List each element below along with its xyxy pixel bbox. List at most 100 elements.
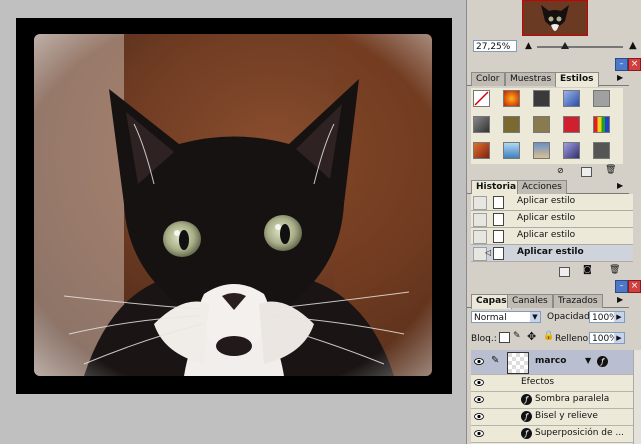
tab-canales[interactable]: Canales	[507, 294, 553, 308]
styles-footer: ⊘ 🗑	[471, 165, 623, 177]
chevron-right-icon: ▶	[614, 312, 624, 322]
style-swatch[interactable]	[563, 142, 580, 159]
lock-label: Bloq.:	[471, 334, 497, 344]
effect-row[interactable]: ƒ Superposición de ...	[471, 426, 633, 443]
fill-label: Relleno:	[555, 334, 592, 344]
zoom-slider-handle[interactable]	[561, 42, 569, 49]
snapshot-source-checkbox[interactable]	[473, 213, 487, 227]
fx-icon: ƒ	[521, 411, 532, 422]
new-style-icon[interactable]	[581, 167, 592, 177]
style-swatch[interactable]	[593, 90, 610, 107]
fx-icon: ƒ	[521, 428, 532, 439]
eye-icon[interactable]	[474, 378, 484, 387]
document-frame[interactable]	[16, 18, 452, 394]
zoom-value: 27,25%	[476, 42, 511, 52]
lock-all-icon[interactable]: 🔒	[543, 331, 554, 341]
styles-grid	[471, 88, 623, 164]
tab-estilos[interactable]: Estilos	[555, 72, 599, 87]
history-footer: ◙ 🗑	[471, 265, 633, 277]
fill-field[interactable]: 100% ▶	[589, 332, 625, 344]
style-swatch[interactable]	[503, 116, 520, 133]
history-state-icon	[493, 247, 504, 260]
zoom-field[interactable]: 27,25%	[473, 40, 517, 52]
lock-transparency-icon[interactable]	[499, 332, 510, 343]
history-item-current[interactable]: ◁ Aplicar estilo	[471, 245, 633, 262]
layers-palette: – × Capas Canales Trazados ▶ Normal ▼ Op…	[467, 280, 641, 444]
navigator-panel: 27,25% ▲ ▲	[467, 0, 641, 58]
style-swatch[interactable]	[533, 90, 550, 107]
zoom-out-icon[interactable]: ▲	[525, 41, 532, 51]
fx-icon: ƒ	[597, 356, 608, 367]
tab-historia[interactable]: Historia	[471, 180, 522, 195]
chevron-right-icon: ▶	[614, 333, 624, 343]
tab-capas[interactable]: Capas	[471, 294, 512, 309]
lock-paint-brush-icon[interactable]: ✎	[513, 331, 521, 341]
trash-icon[interactable]: 🗑	[605, 165, 616, 175]
zoom-slider[interactable]	[537, 42, 623, 49]
history-item[interactable]: Aplicar estilo	[471, 211, 633, 228]
layer-name: marco	[535, 356, 567, 366]
history-tabbar: Historia Acciones ▶	[467, 178, 629, 195]
layer-thumbnail	[507, 352, 529, 374]
eye-icon[interactable]	[474, 357, 484, 366]
effects-group-row[interactable]: Efectos	[471, 375, 633, 392]
styles-palette: – × Color Muestras Estilos ▶ ⊘ 🗑	[467, 58, 641, 178]
lock-move-icon[interactable]: ✥	[527, 330, 536, 343]
eye-icon[interactable]	[474, 412, 484, 421]
history-item[interactable]: Aplicar estilo	[471, 228, 633, 245]
opacity-label: Opacidad:	[547, 312, 593, 322]
layers-close-button[interactable]: ×	[628, 280, 641, 293]
style-swatch[interactable]	[533, 142, 550, 159]
clear-style-icon[interactable]: ⊘	[557, 166, 564, 175]
history-state-icon	[493, 213, 504, 226]
palette-menu-icon[interactable]: ▶	[617, 181, 623, 190]
style-swatch[interactable]	[473, 116, 490, 133]
history-state-icon	[493, 196, 504, 209]
tab-acciones[interactable]: Acciones	[517, 180, 567, 194]
opacity-field[interactable]: 100% ▶	[589, 311, 625, 323]
history-state-icon	[493, 230, 504, 243]
trash-icon[interactable]: 🗑	[609, 265, 620, 275]
tab-trazados[interactable]: Trazados	[553, 294, 603, 308]
new-document-from-state-icon[interactable]	[559, 267, 570, 277]
history-list: Aplicar estilo Aplicar estilo Aplicar es…	[471, 194, 633, 264]
styles-close-button[interactable]: ×	[628, 58, 641, 71]
navigator-thumbnail[interactable]	[522, 0, 588, 36]
palettes-dock: 27,25% ▲ ▲ – × Color Muestras Estilos ▶	[466, 0, 641, 444]
style-swatch[interactable]	[503, 142, 520, 159]
zoom-in-icon[interactable]: ▲	[629, 40, 637, 51]
navigator-preview-image	[523, 1, 587, 35]
style-swatch[interactable]	[503, 90, 520, 107]
document-canvas-area[interactable]	[0, 0, 466, 444]
style-swatch[interactable]	[593, 116, 610, 133]
effect-row[interactable]: ƒ Sombra paralela	[471, 392, 633, 409]
palette-menu-icon[interactable]: ▶	[617, 295, 623, 304]
eye-icon[interactable]	[474, 429, 484, 438]
minimize-icon: –	[619, 59, 624, 68]
palette-menu-icon[interactable]: ▶	[617, 73, 623, 82]
effects-label: Efectos	[521, 377, 555, 387]
style-swatch[interactable]	[563, 90, 580, 107]
history-palette: Historia Acciones ▶ Aplicar estilo Aplic…	[467, 178, 641, 280]
layers-scrollbar[interactable]	[633, 350, 641, 444]
effect-row[interactable]: ƒ Bisel y relieve	[471, 409, 633, 426]
layer-row-marco[interactable]: ✎ marco ▼ ƒ	[471, 350, 633, 375]
blend-mode-select[interactable]: Normal ▼	[471, 311, 541, 323]
expand-effects-icon[interactable]: ▼	[585, 356, 591, 365]
style-swatch-none[interactable]	[473, 90, 490, 107]
cat-photo	[34, 34, 432, 376]
minimize-icon: –	[619, 281, 624, 290]
history-item[interactable]: Aplicar estilo	[471, 194, 633, 211]
layers-tabbar: Capas Canales Trazados ▶	[467, 292, 629, 309]
tab-muestras[interactable]: Muestras	[505, 72, 557, 86]
camera-snapshot-icon[interactable]: ◙	[583, 265, 592, 275]
snapshot-source-checkbox[interactable]	[473, 230, 487, 244]
chevron-down-icon: ▼	[530, 312, 540, 322]
style-swatch[interactable]	[593, 142, 610, 159]
tab-color[interactable]: Color	[471, 72, 505, 86]
style-swatch[interactable]	[533, 116, 550, 133]
eye-icon[interactable]	[474, 395, 484, 404]
style-swatch[interactable]	[473, 142, 490, 159]
style-swatch[interactable]	[563, 116, 580, 133]
snapshot-source-checkbox[interactable]	[473, 196, 487, 210]
